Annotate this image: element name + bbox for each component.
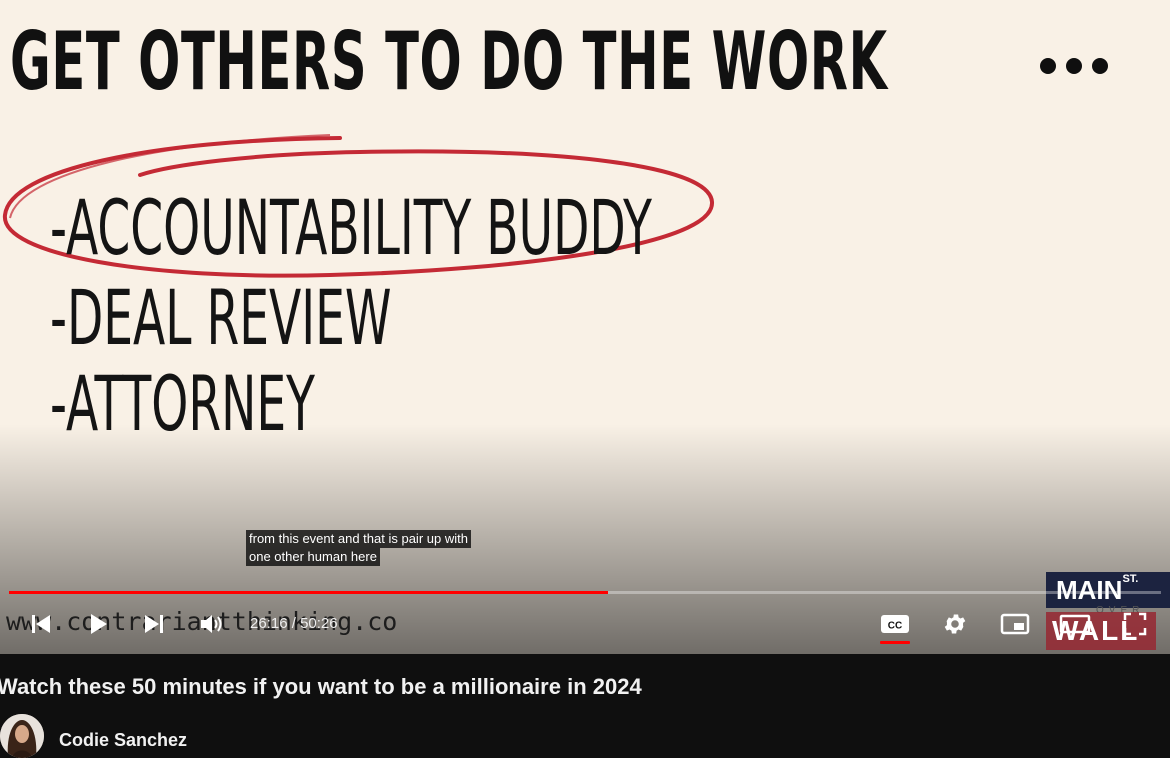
- duration: 50:26: [300, 615, 338, 632]
- time-separator: /: [291, 615, 296, 632]
- more-icon[interactable]: [1040, 58, 1108, 74]
- slide-item-deal-review: -DEAL REVIEW: [50, 273, 392, 362]
- slide-title: GET OTHERS TO DO THE WORK: [10, 15, 888, 108]
- closed-captions: from this event and that is pair up with…: [246, 530, 471, 566]
- theater-icon[interactable]: [1055, 604, 1095, 644]
- avatar[interactable]: [0, 714, 44, 758]
- video-title: Watch these 50 minutes if you want to be…: [0, 674, 642, 699]
- settings-icon[interactable]: [935, 604, 975, 644]
- time-display: 26:16 / 50:26: [250, 615, 338, 632]
- play-icon[interactable]: [78, 604, 118, 644]
- player-controls: 26:16 / 50:26 CC: [0, 604, 1170, 646]
- progress-played: [9, 591, 609, 594]
- miniplayer-icon[interactable]: [995, 604, 1035, 644]
- previous-icon[interactable]: [21, 604, 61, 644]
- progress-bar[interactable]: [9, 591, 1161, 594]
- cc-active-indicator: [880, 641, 910, 644]
- svg-text:CC: CC: [888, 621, 902, 632]
- cc-icon[interactable]: CC: [875, 604, 915, 644]
- caption-line-2: one other human here: [246, 548, 380, 566]
- logo-st-text: ST.: [1122, 573, 1139, 585]
- channel-name[interactable]: Codie Sanchez: [59, 730, 187, 751]
- caption-line-1: from this event and that is pair up with: [246, 530, 471, 548]
- fullscreen-icon[interactable]: [1115, 604, 1155, 644]
- current-time: 26:16: [250, 615, 288, 632]
- slide-item-attorney: -ATTORNEY: [50, 359, 315, 448]
- volume-icon[interactable]: [192, 604, 232, 644]
- video-player[interactable]: GET OTHERS TO DO THE WORK -ACCOUNTABILIT…: [0, 0, 1170, 654]
- logo-main-text: MAIN: [1056, 575, 1123, 605]
- slide-item-accountability: -ACCOUNTABILITY BUDDY: [50, 183, 652, 272]
- next-icon[interactable]: [134, 604, 174, 644]
